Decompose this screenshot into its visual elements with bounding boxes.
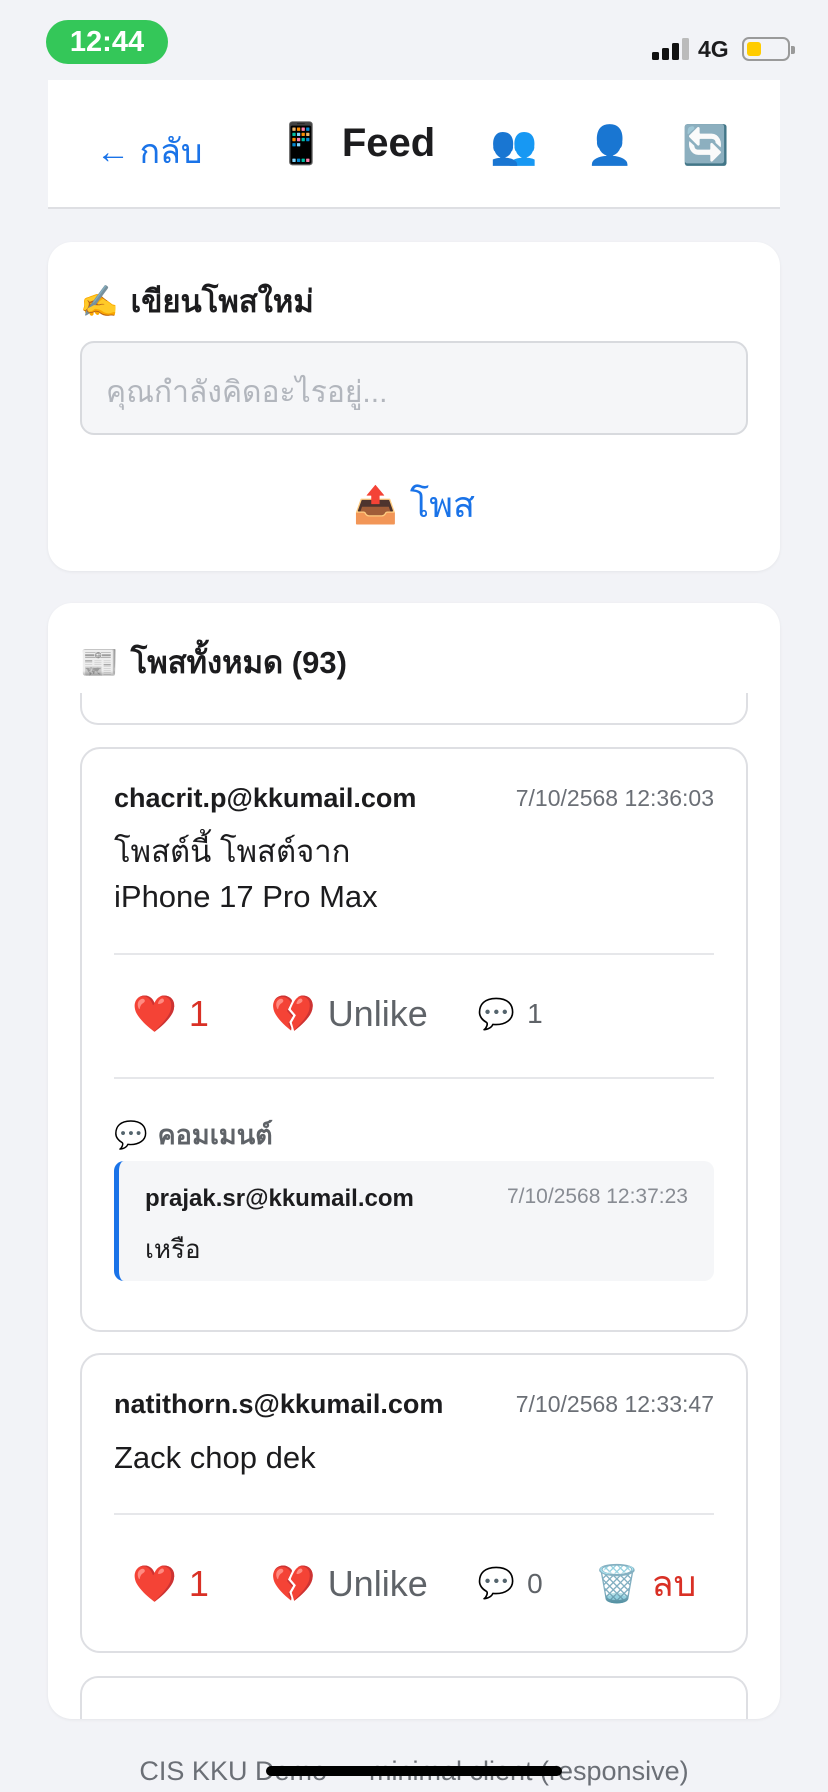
comment-count: 1 — [527, 998, 543, 1029]
profile-icon[interactable]: 👤 — [586, 124, 633, 168]
newspaper-icon: 📰 — [80, 644, 119, 680]
post-author: natithorn.s@kkumail.com — [114, 1389, 444, 1419]
page-title-text: Feed — [341, 121, 436, 165]
heart-icon: ❤️ — [132, 993, 177, 1034]
friends-icon[interactable]: 👥 — [490, 124, 537, 168]
trash-icon: 🗑️ — [594, 1562, 640, 1604]
post-input[interactable]: คุณกำลังคิดอะไรอยู่... — [80, 341, 748, 435]
post-body-line: โพสต์นี้ โพสต์จาก — [114, 834, 351, 869]
back-button[interactable]: ← กลับ — [96, 124, 202, 178]
composer-card: ✍️ เขียนโพสใหม่ คุณกำลังคิดอะไรอยู่... 📤… — [48, 242, 780, 571]
divider — [114, 953, 714, 955]
app-header: ← กลับ 📱 Feed 👥 👤 🔄 — [48, 80, 780, 209]
post-actions: ❤️ 1 💔 Unlike 💬 1 — [132, 993, 543, 1035]
delete-button[interactable]: 🗑️ ลบ — [595, 1555, 697, 1612]
comments-heading: 💬 คอมเมนต์ — [114, 1113, 273, 1156]
composer-heading-text: เขียนโพสใหม่ — [130, 284, 314, 319]
phone-icon: 📱 — [276, 122, 326, 166]
delete-label: ลบ — [651, 1563, 697, 1604]
unlike-label: Unlike — [327, 993, 428, 1034]
post-body: Zack chop dek — [114, 1435, 714, 1480]
comment-author: prajak.sr@kkumail.com — [145, 1185, 414, 1212]
post-button-label: โพส — [409, 484, 475, 525]
comment-text: เหรือ — [145, 1234, 201, 1264]
speech-bubble-icon: 💬 — [477, 1567, 516, 1600]
broken-heart-icon: 💔 — [270, 993, 316, 1034]
comments-button[interactable]: 💬 0 — [478, 1566, 543, 1601]
page-title: 📱 Feed — [276, 120, 435, 167]
feed-card: 📰 โพสทั้งหมด (93) chacrit.p@kkumail.com … — [48, 603, 780, 1719]
speech-bubble-icon: 💬 — [477, 997, 516, 1031]
comment-item: prajak.sr@kkumail.com 7/10/2568 12:37:23… — [114, 1161, 714, 1281]
status-bar: 12:44 4G — [0, 0, 828, 80]
like-button[interactable]: ❤️ 1 — [132, 993, 209, 1035]
heart-icon: ❤️ — [132, 1562, 177, 1604]
comment-date: 7/10/2568 12:37:23 — [506, 1185, 688, 1208]
post-body-line: Zack chop dek — [114, 1440, 316, 1475]
post-date: 7/10/2568 12:36:03 — [515, 785, 714, 811]
speech-bubble-icon: 💬 — [114, 1119, 148, 1150]
outbox-icon: 📤 — [353, 483, 398, 525]
feed-heading-text: โพสทั้งหมด (93) — [130, 645, 347, 680]
unlike-button[interactable]: 💔 Unlike — [271, 1563, 428, 1605]
post-body-line: iPhone 17 Pro Max — [114, 879, 378, 914]
home-indicator[interactable] — [266, 1766, 562, 1776]
post-button[interactable]: 📤 โพส — [48, 476, 780, 533]
previous-post-edge — [80, 693, 748, 725]
next-post-edge — [80, 1676, 748, 1719]
composer-heading: ✍️ เขียนโพสใหม่ — [80, 276, 314, 326]
post-actions: ❤️ 1 💔 Unlike 💬 0 🗑️ ลบ — [132, 1555, 696, 1612]
comments-heading-text: คอมเมนต์ — [157, 1120, 273, 1150]
post-card: chacrit.p@kkumail.com 7/10/2568 12:36:03… — [80, 747, 748, 1332]
post-body: โพสต์นี้ โพสต์จาก iPhone 17 Pro Max — [114, 829, 714, 919]
comment-count: 0 — [527, 1567, 543, 1599]
like-button[interactable]: ❤️ 1 — [132, 1563, 209, 1605]
status-time: 12:44 — [46, 20, 168, 64]
signal-icon — [652, 38, 689, 60]
post-date: 7/10/2568 12:33:47 — [515, 1391, 714, 1417]
refresh-icon[interactable]: 🔄 — [682, 124, 729, 168]
post-author: chacrit.p@kkumail.com — [114, 783, 417, 813]
divider — [114, 1077, 714, 1079]
writing-hand-icon: ✍️ — [80, 283, 119, 319]
post-card: natithorn.s@kkumail.com 7/10/2568 12:33:… — [80, 1353, 748, 1653]
unlike-label: Unlike — [327, 1562, 428, 1604]
broken-heart-icon: 💔 — [270, 1562, 316, 1604]
divider — [114, 1513, 714, 1515]
like-count: 1 — [188, 1562, 209, 1604]
like-count: 1 — [188, 993, 209, 1034]
feed-heading: 📰 โพสทั้งหมด (93) — [80, 637, 347, 687]
network-type: 4G — [698, 36, 729, 62]
unlike-button[interactable]: 💔 Unlike — [271, 993, 428, 1035]
comments-button[interactable]: 💬 1 — [478, 997, 543, 1032]
battery-icon — [742, 37, 795, 61]
